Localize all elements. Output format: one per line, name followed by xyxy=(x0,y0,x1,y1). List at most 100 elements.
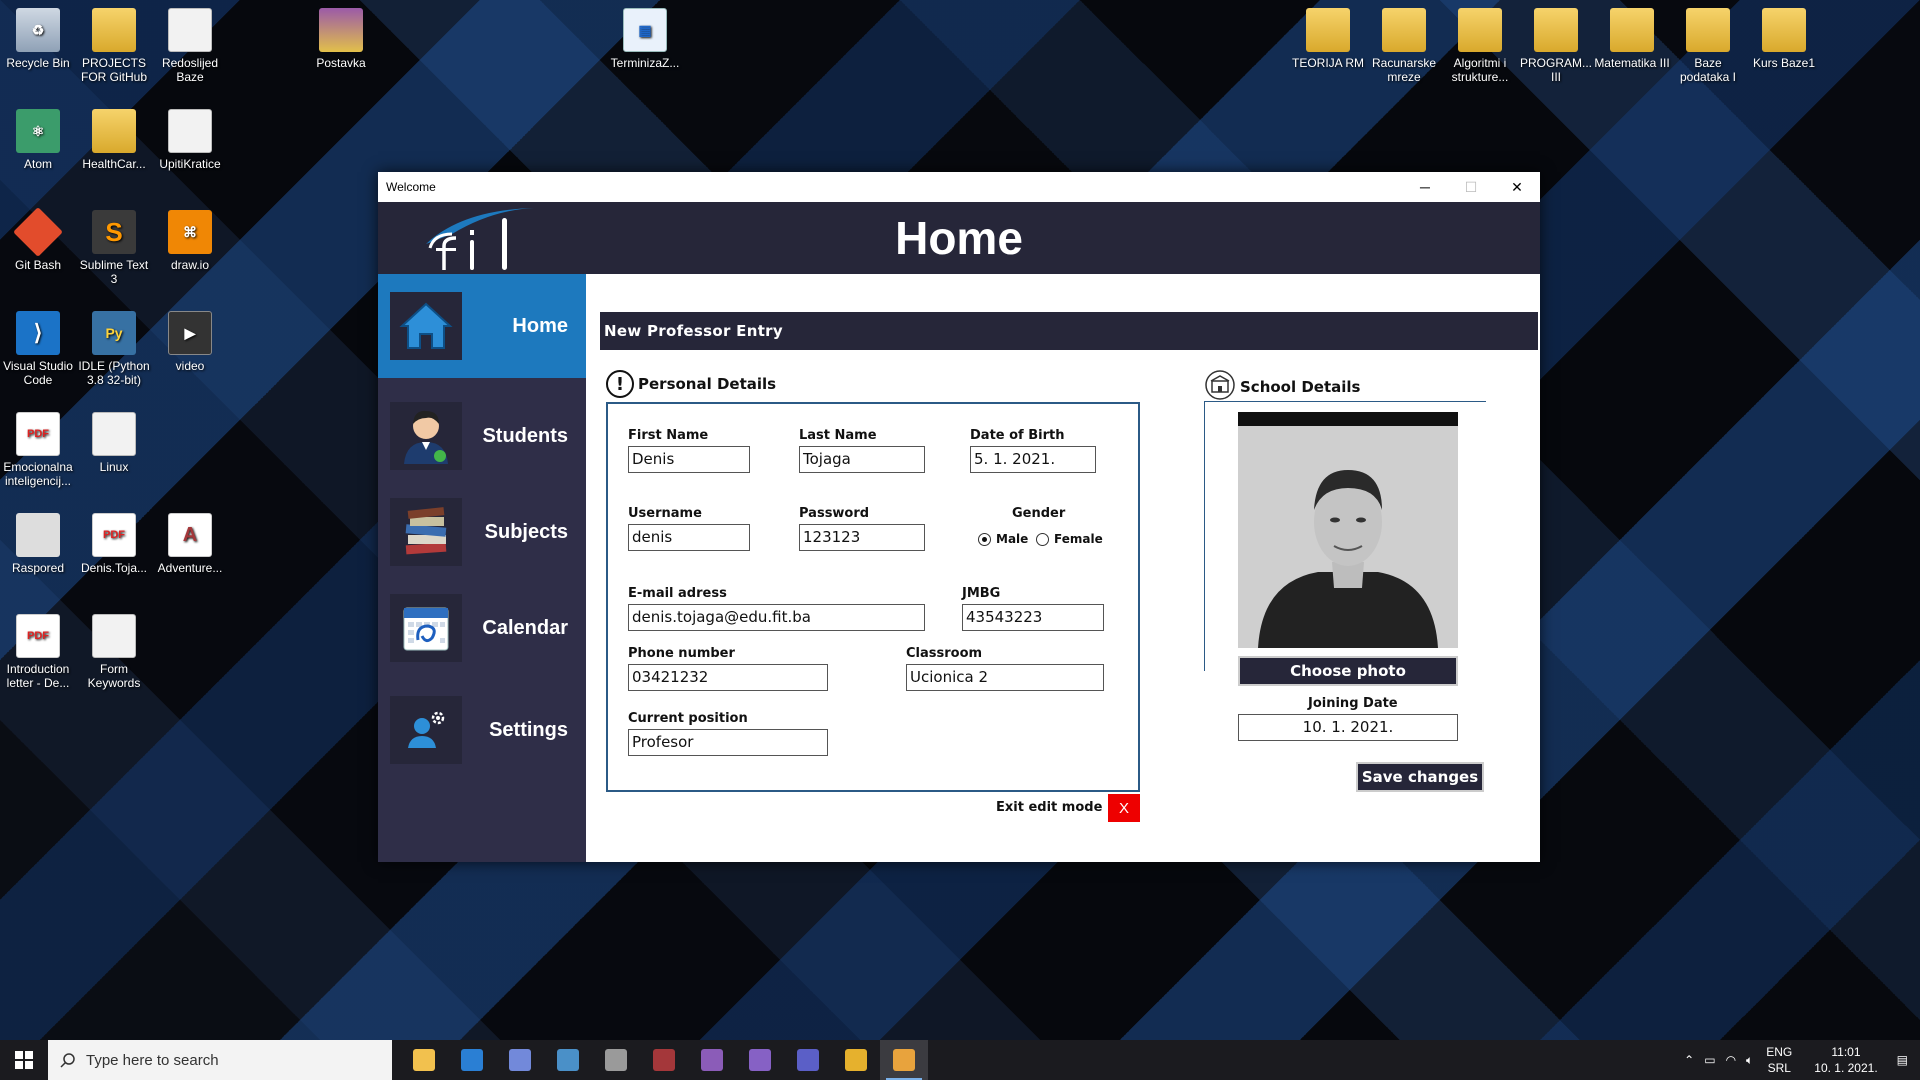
desktop-icon-label: Baze podataka I xyxy=(1679,56,1737,84)
desktop-icon-label: Postavka xyxy=(316,56,366,70)
taskbar-app[interactable] xyxy=(736,1040,784,1080)
desktop-icon[interactable]: Kurs Baze1 xyxy=(1746,8,1822,70)
desktop-icon-label: Form Keywords xyxy=(87,662,141,690)
desktop-icon[interactable]: ⌘ draw.io xyxy=(152,210,228,272)
password-field[interactable]: 123123 xyxy=(799,524,925,551)
desktop-icon[interactable]: ▶ video xyxy=(152,311,228,373)
last-name-field[interactable]: Tojaga xyxy=(799,446,925,473)
desktop-icon-label: HealthCar... xyxy=(82,157,146,171)
desktop-icon[interactable]: Matematika III xyxy=(1594,8,1670,70)
taskbar-app[interactable] xyxy=(880,1040,928,1080)
volume-icon[interactable]: 🔈︎ xyxy=(1746,1053,1753,1068)
desktop-icon[interactable]: PDF Emocionalna inteligencij... xyxy=(0,412,76,488)
taskbar-app[interactable] xyxy=(448,1040,496,1080)
desktop-icon[interactable]: Raspored xyxy=(0,513,76,575)
desktop-icon[interactable]: Linux xyxy=(76,412,152,474)
person-photo-icon xyxy=(1238,412,1458,648)
desktop-icon[interactable]: S Sublime Text 3 xyxy=(76,210,152,286)
taskbar-app[interactable] xyxy=(640,1040,688,1080)
jmbg-field[interactable]: 43543223 xyxy=(962,604,1104,631)
desktop-icon[interactable]: Baze podataka I xyxy=(1670,8,1746,84)
dob-field[interactable]: 5. 1. 2021. xyxy=(970,446,1096,473)
exit-edit-mode-button[interactable]: X xyxy=(1108,794,1140,822)
clock[interactable]: 11:01 10. 1. 2021. xyxy=(1814,1044,1877,1076)
system-tray: ⌃ ▭ ◠ 🔈︎ ENG SRL 11:01 10. 1. 2021. ▤ xyxy=(1679,1040,1920,1080)
chevron-up-icon[interactable]: ⌃ xyxy=(1684,1053,1694,1067)
folder-icon xyxy=(1610,8,1654,52)
taskbar-app[interactable] xyxy=(496,1040,544,1080)
desktop-icon-label: IDLE (Python 3.8 32-bit) xyxy=(78,359,150,387)
folder-icon xyxy=(1686,8,1730,52)
sidebar-item-subjects[interactable]: Subjects xyxy=(378,480,586,584)
desktop-icon-label: Denis.Toja... xyxy=(80,561,148,575)
desktop-icon[interactable]: A Adventure... xyxy=(152,513,228,575)
desktop-icon[interactable]: PROGRAM... III xyxy=(1518,8,1594,84)
desktop-icon[interactable]: ▦ TerminizaZ... xyxy=(607,8,683,70)
save-changes-button[interactable]: Save changes xyxy=(1356,762,1484,792)
desktop-icon[interactable]: ⚛ Atom xyxy=(0,109,76,171)
clock-time: 11:01 xyxy=(1831,1045,1861,1059)
personal-details-heading: ! Personal Details xyxy=(606,370,776,398)
minimize-button[interactable]: ─ xyxy=(1402,172,1448,202)
desktop-icon[interactable]: ⟩ Visual Studio Code xyxy=(0,311,76,387)
taskbar: Type here to search ⌃ ▭ ◠ 🔈︎ ENG SRL 11:… xyxy=(0,1040,1920,1080)
joining-date-field[interactable]: 10. 1. 2021. xyxy=(1238,714,1458,741)
classroom-field[interactable]: Ucionica 2 xyxy=(906,664,1104,691)
gender-female-radio[interactable]: Female xyxy=(1036,532,1103,546)
desktop-icon[interactable]: TEORIJA RM xyxy=(1290,8,1366,70)
profile-photo xyxy=(1238,412,1458,648)
access-icon: A xyxy=(168,513,212,557)
desktop-icon[interactable]: PROJECTS FOR GitHub xyxy=(76,8,152,84)
choose-photo-button[interactable]: Choose photo xyxy=(1238,656,1458,686)
sidebar-item-calendar[interactable]: Calendar xyxy=(378,576,586,680)
username-field[interactable]: denis xyxy=(628,524,750,551)
desktop-icon[interactable]: UpitiKratice xyxy=(152,109,228,171)
desktop-icon[interactable]: Racunarske mreze xyxy=(1366,8,1442,84)
document-icon xyxy=(92,412,136,456)
gender-male-radio[interactable]: Male xyxy=(978,532,1028,546)
folder-icon xyxy=(1458,8,1502,52)
wifi-icon[interactable]: ◠ xyxy=(1726,1053,1736,1067)
sidebar-item-home[interactable]: Home xyxy=(378,274,586,378)
desktop-icon[interactable]: PDF Denis.Toja... xyxy=(76,513,152,575)
sidebar-item-students[interactable]: Students xyxy=(378,384,586,488)
taskbar-app[interactable] xyxy=(688,1040,736,1080)
sidebar: Home Students Subjects Calendar Settings xyxy=(378,274,586,862)
pdf-icon: PDF xyxy=(92,513,136,557)
sidebar-item-settings[interactable]: Settings xyxy=(378,678,586,782)
taskbar-app[interactable] xyxy=(832,1040,880,1080)
desktop-icon[interactable]: Algoritmi i strukture... xyxy=(1442,8,1518,84)
battery-icon[interactable]: ▭ xyxy=(1704,1053,1715,1067)
window-titlebar[interactable]: Welcome ─ ☐ ✕ xyxy=(378,172,1540,202)
desktop-icon[interactable]: Form Keywords xyxy=(76,614,152,690)
desktop-icon[interactable]: Git Bash xyxy=(0,207,76,272)
notifications-icon[interactable]: ▤ xyxy=(1897,1053,1908,1067)
main-content: New Professor Entry ! Personal Details S… xyxy=(586,274,1540,862)
start-button[interactable] xyxy=(0,1040,48,1080)
school-building-icon xyxy=(1204,370,1236,404)
close-button[interactable]: ✕ xyxy=(1494,172,1540,202)
search-placeholder: Type here to search xyxy=(86,1051,219,1069)
desktop-icon[interactable]: PDF Introduction letter - De... xyxy=(0,614,76,690)
email-field[interactable]: denis.tojaga@edu.fit.ba xyxy=(628,604,925,631)
discord-icon xyxy=(509,1049,531,1071)
position-label: Current position xyxy=(628,711,748,726)
language-indicator[interactable]: ENG SRL xyxy=(1766,1044,1792,1076)
desktop-icon[interactable]: Redoslijed Baze xyxy=(152,8,228,84)
desktop-icon[interactable]: ♻ Recycle Bin xyxy=(0,8,76,70)
taskbar-app[interactable] xyxy=(544,1040,592,1080)
password-label: Password xyxy=(799,506,870,521)
desktop-icon[interactable]: Postavka xyxy=(303,8,379,70)
taskbar-app[interactable] xyxy=(592,1040,640,1080)
eclipse-icon xyxy=(701,1049,723,1071)
calendar-file-icon: ▦ xyxy=(623,8,667,52)
first-name-field[interactable]: Denis xyxy=(628,446,750,473)
taskbar-app[interactable] xyxy=(400,1040,448,1080)
desktop-icon-label: video xyxy=(175,359,205,373)
desktop-icon[interactable]: HealthCar... xyxy=(76,109,152,171)
desktop-icon[interactable]: Py IDLE (Python 3.8 32-bit) xyxy=(76,311,152,387)
taskbar-search[interactable]: Type here to search xyxy=(48,1040,392,1080)
phone-field[interactable]: 03421232 xyxy=(628,664,828,691)
position-field[interactable]: Profesor xyxy=(628,729,828,756)
taskbar-app[interactable] xyxy=(784,1040,832,1080)
